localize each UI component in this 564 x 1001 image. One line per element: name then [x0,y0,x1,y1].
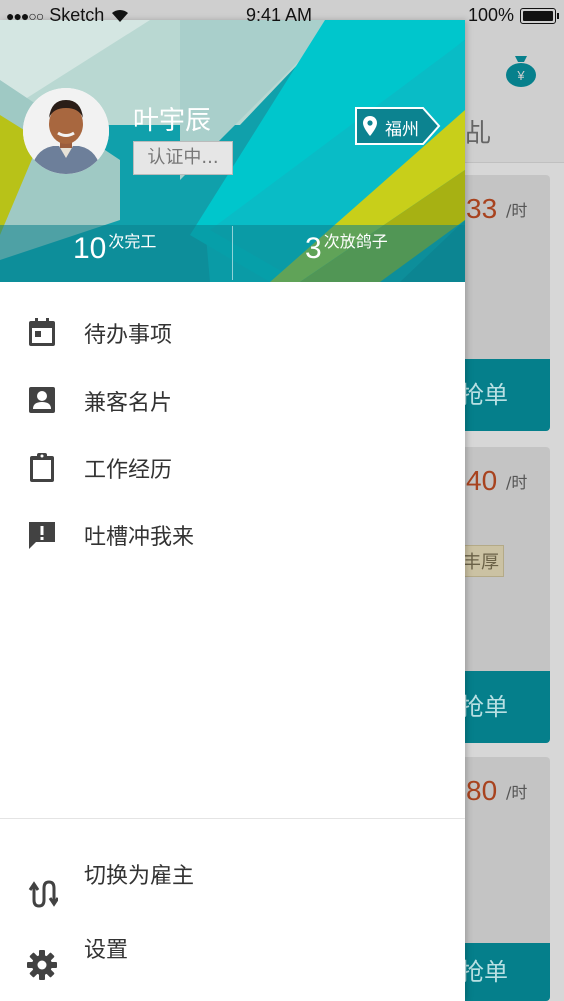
carrier-name: Sketch [49,5,105,25]
avatar[interactable] [23,88,109,174]
job-price-unit: /时 [506,473,528,492]
contact-card-icon [29,387,55,413]
user-photo [23,88,109,174]
menu-item-label: 工作经历 [84,458,173,483]
menu-item-todo[interactable]: 待办事项 [0,302,465,362]
menu-item-label: 切换为雇主 [84,864,195,889]
drawer-divider [0,818,465,819]
completed-jobs-label: 次完工 [108,232,157,251]
navigation-drawer: 叶宇辰 认证中... 福州 10 次完工 3 次放鸽子 待办事项 兼客名片 工作… [0,20,465,1001]
job-price-unit: /时 [506,201,528,220]
battery-percent: 100% [467,5,514,25]
background-header-text: 乩 [465,119,492,149]
no-show-stat: 3 次放鸽子 [305,232,388,266]
status-time: 9:41 AM [246,5,313,25]
no-show-count: 3 [305,232,322,265]
svg-text:¥: ¥ [516,68,525,83]
signal-strength: ●●●○○ [6,7,44,24]
job-price: 80 [466,775,498,806]
menu-item-business-card[interactable]: 兼客名片 [0,370,465,430]
menu-item-switch-to-employer[interactable]: 切换为雇主 [0,858,465,928]
job-price: 33 [466,193,498,224]
menu-item-work-experience[interactable]: 工作经历 [0,437,465,497]
status-bar: ●●●○○ Sketch 9:41 AM 100% [0,0,564,30]
money-bag-icon[interactable]: ¥ [504,52,538,88]
feedback-icon [29,522,55,549]
switch-icon [28,880,58,908]
user-name: 叶宇辰 [133,106,212,136]
stats-divider [232,226,233,280]
menu-item-feedback[interactable]: 吐槽冲我来 [0,504,465,564]
verification-status-badge[interactable]: 认证中... [133,141,233,175]
gear-icon [27,950,57,980]
completed-jobs-count: 10 [73,232,107,265]
calendar-icon [29,318,55,346]
city-name: 福州 [385,120,419,140]
wifi-icon [112,9,129,22]
menu-item-label: 吐槽冲我来 [84,525,195,550]
city-location-tag[interactable]: 福州 [355,107,441,145]
completed-jobs-stat: 10 次完工 [73,232,156,266]
location-pin-icon [363,116,377,136]
job-price: 40 [466,465,498,496]
menu-item-label: 设置 [84,938,129,963]
battery-level [523,10,553,21]
menu-item-settings[interactable]: 设置 [0,932,465,1001]
menu-item-label: 待办事项 [84,323,173,348]
job-price-unit: /时 [506,783,528,802]
drawer-header: 叶宇辰 认证中... 福州 10 次完工 3 次放鸽子 [0,20,465,282]
menu-item-label: 兼客名片 [84,391,173,416]
no-show-label: 次放鸽子 [323,232,388,251]
clipboard-icon [30,453,54,482]
battery-icon [520,7,559,24]
